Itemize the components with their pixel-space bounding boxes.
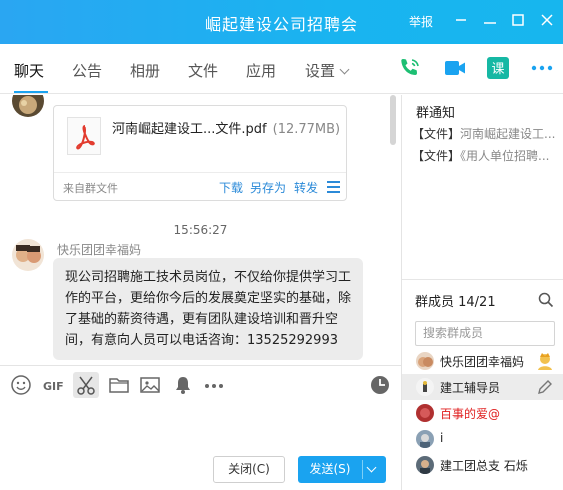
message-line: 了基础的薪资待遇，更有团队建设培训和晋升空	[65, 312, 339, 327]
pdf-file-icon	[67, 117, 101, 155]
file-size: (12.77MB)	[272, 122, 341, 137]
notice-item[interactable]: 【文件】河南崛起建设工...	[412, 125, 560, 142]
divider	[54, 172, 346, 173]
save-as-link[interactable]: 另存为	[250, 179, 286, 196]
tab-files[interactable]: 文件	[188, 60, 218, 81]
tab-announcement[interactable]: 公告	[72, 60, 102, 81]
file-name[interactable]: 河南崛起建设工...文件.pdf (12.77MB)	[112, 118, 340, 137]
more-options-icon[interactable]	[203, 374, 225, 396]
maximize-icon[interactable]	[508, 10, 528, 30]
file-source: 来自群文件	[63, 182, 118, 195]
send-button[interactable]: 发送(S)	[298, 456, 386, 483]
notice-text: 河南崛起建设工...	[460, 127, 556, 141]
minimize-to-bar-icon[interactable]	[480, 10, 500, 30]
message-sender: 快乐团团幸福妈	[57, 243, 142, 257]
avatar[interactable]	[12, 239, 44, 271]
input-toolbar: GIF	[0, 365, 401, 405]
member-item[interactable]: 建工团总支 石烁	[402, 452, 563, 478]
more-icon[interactable]	[530, 56, 554, 80]
notice-tag: 【文件】	[412, 127, 461, 141]
emoji-icon[interactable]	[10, 374, 32, 396]
group-notice-title[interactable]: 群通知	[416, 102, 455, 121]
download-link[interactable]: 下载	[219, 179, 243, 196]
scrollbar-thumb[interactable]	[390, 95, 396, 145]
owner-icon	[535, 351, 555, 371]
member-name: 百事的爱@	[440, 407, 501, 421]
svg-text:课: 课	[491, 62, 504, 77]
member-name: 建工辅导员	[440, 381, 501, 395]
file-message-card[interactable]: 河南崛起建设工...文件.pdf (12.77MB) 来自群文件 下载 另存为 转…	[53, 105, 347, 201]
divider	[402, 279, 563, 280]
right-panel: 群通知 【文件】河南崛起建设工... 【文件】《用人单位招聘... 群成员 14…	[401, 95, 563, 490]
message-input[interactable]	[0, 405, 401, 450]
member-name: 建工团总支 石烁	[440, 459, 528, 473]
notice-tag: 【文件】	[412, 149, 461, 163]
file-name-text: 河南崛起建设工...文件.pdf	[112, 122, 267, 137]
tab-apps[interactable]: 应用	[246, 60, 276, 81]
avatar[interactable]	[12, 95, 44, 117]
avatar	[416, 352, 434, 370]
send-button-label: 发送(S)	[309, 462, 351, 476]
edit-icon[interactable]	[535, 377, 555, 397]
avatar	[416, 456, 434, 474]
message-line: 作的平台，更给你今后的发展奠定坚实的基础，除	[65, 291, 352, 306]
notice-text: 《用人单位招聘...	[460, 149, 550, 163]
member-name: i	[440, 431, 444, 445]
class-icon[interactable]: 课	[486, 56, 510, 80]
history-clock-icon[interactable]	[369, 374, 391, 396]
close-button[interactable]: 关闭(C)	[213, 456, 285, 483]
chat-messages[interactable]: 河南崛起建设工...文件.pdf (12.77MB) 来自群文件 下载 另存为 转…	[0, 95, 401, 365]
image-icon[interactable]	[139, 374, 161, 396]
tab-bar: 聊天 公告 相册 文件 应用 设置 课	[0, 44, 563, 94]
bell-icon[interactable]	[172, 374, 194, 396]
video-call-icon[interactable]	[443, 56, 467, 80]
menu-icon[interactable]	[327, 181, 341, 196]
svg-text:GIF: GIF	[43, 380, 64, 393]
screenshot-scissors-icon[interactable]	[73, 372, 99, 398]
report-button[interactable]: 举报	[409, 13, 433, 30]
tab-settings[interactable]: 设置	[305, 60, 350, 81]
member-item[interactable]: 快乐团团幸福妈	[402, 348, 563, 374]
member-item[interactable]: 建工辅导员	[402, 374, 563, 400]
window-title: 崛起建设公司招聘会	[204, 15, 358, 34]
tab-settings-label: 设置	[305, 62, 336, 80]
chat-scrollbar[interactable]	[389, 95, 397, 365]
notice-item[interactable]: 【文件】《用人单位招聘...	[412, 147, 560, 164]
member-search-input[interactable]: 搜索群成员	[415, 321, 555, 346]
divider	[362, 460, 363, 479]
active-tab-indicator	[14, 91, 48, 93]
avatar	[416, 378, 434, 396]
minimize-icon[interactable]	[451, 10, 471, 30]
avatar	[416, 430, 434, 448]
chevron-down-icon[interactable]	[366, 462, 377, 473]
phone-call-icon[interactable]	[398, 56, 422, 80]
close-icon[interactable]	[537, 10, 557, 30]
chevron-down-icon	[339, 64, 350, 75]
message-bubble[interactable]: 现公司招聘施工技术员岗位，不仅给你提供学习工 作的平台，更给你今后的发展奠定坚实…	[53, 258, 363, 360]
member-name: 快乐团团幸福妈	[440, 355, 525, 369]
search-icon[interactable]	[538, 292, 554, 308]
member-item[interactable]: i	[402, 426, 563, 452]
message-timestamp: 15:56:27	[173, 223, 228, 237]
tab-album[interactable]: 相册	[130, 60, 160, 81]
gif-icon[interactable]: GIF	[42, 374, 64, 396]
message-line: 间，有意向人员可以电话咨询：13525292993	[65, 333, 338, 348]
folder-icon[interactable]	[108, 374, 130, 396]
members-title: 群成员 14/21	[415, 295, 496, 310]
avatar	[416, 404, 434, 422]
member-item[interactable]: 百事的爱@	[402, 400, 563, 426]
forward-link[interactable]: 转发	[294, 179, 318, 196]
title-bar: 崛起建设公司招聘会 举报	[0, 0, 563, 44]
tab-chat[interactable]: 聊天	[14, 60, 44, 81]
message-line: 现公司招聘施工技术员岗位，不仅给你提供学习工	[65, 270, 352, 285]
